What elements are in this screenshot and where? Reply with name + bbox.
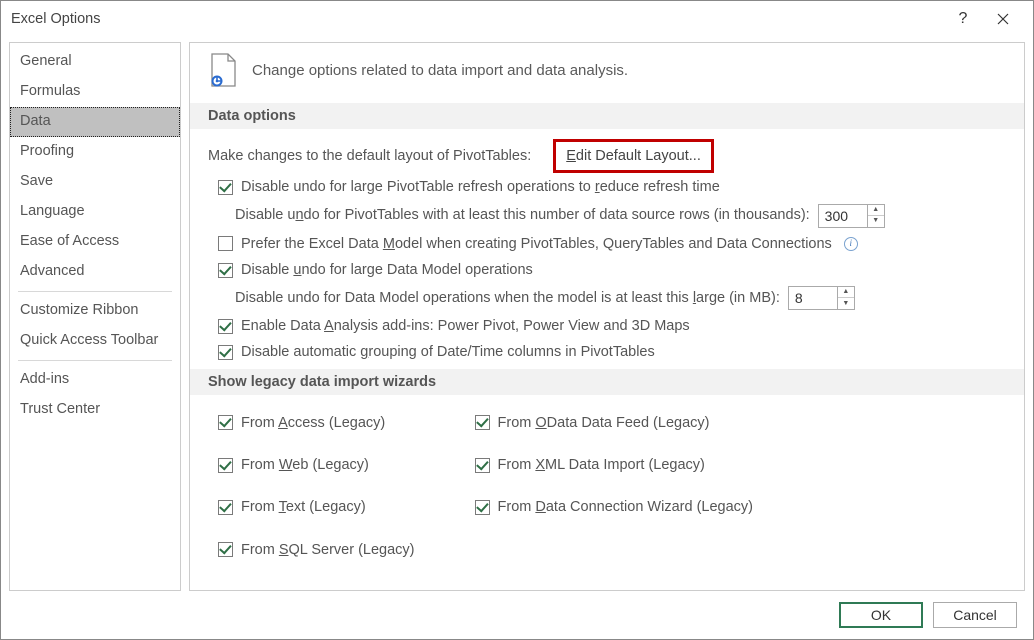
sidebar-separator xyxy=(18,291,172,292)
checkbox-icon[interactable] xyxy=(218,542,233,557)
chk-legacy-text[interactable]: From Text (Legacy) xyxy=(218,497,415,517)
row-disable-undo-mb: Disable undo for Data Model operations w… xyxy=(235,286,1006,310)
spin-rows-input[interactable] xyxy=(819,208,867,224)
dialog-footer: OK Cancel xyxy=(1,591,1033,639)
section-data-options: Data options xyxy=(190,103,1024,129)
spin-up-icon[interactable]: ▲ xyxy=(868,205,884,216)
spin-down-icon[interactable]: ▼ xyxy=(868,216,884,227)
sidebar-separator xyxy=(18,360,172,361)
spin-down-icon[interactable]: ▼ xyxy=(838,298,854,309)
pivot-layout-label: Make changes to the default layout of Pi… xyxy=(208,146,531,166)
section-legacy-wizards: Show legacy data import wizards xyxy=(190,369,1024,395)
content-panel: Change options related to data import an… xyxy=(189,42,1025,591)
checkbox-icon[interactable] xyxy=(218,415,233,430)
sidebar-item-save[interactable]: Save xyxy=(10,167,180,197)
chk-legacy-access[interactable]: From Access (Legacy) xyxy=(218,413,415,433)
checkbox-icon[interactable] xyxy=(218,263,233,278)
edit-default-layout-button[interactable]: Edit Default Layout... xyxy=(555,141,712,171)
window-title: Excel Options xyxy=(11,11,943,27)
sidebar-item-data[interactable]: Data xyxy=(10,107,180,137)
sidebar-item-language[interactable]: Language xyxy=(10,197,180,227)
chk-prefer-data-model[interactable]: Prefer the Excel Data Model when creatin… xyxy=(218,234,1006,254)
sidebar-item-customize-ribbon[interactable]: Customize Ribbon xyxy=(10,296,180,326)
spin-mb-input[interactable] xyxy=(789,290,837,306)
page-subtitle: Change options related to data import an… xyxy=(252,62,628,79)
row-disable-undo-rows: Disable undo for PivotTables with at lea… xyxy=(235,204,1006,228)
sidebar-item-quick-access-toolbar[interactable]: Quick Access Toolbar xyxy=(10,326,180,356)
checkbox-icon[interactable] xyxy=(218,345,233,360)
checkbox-icon[interactable] xyxy=(218,180,233,195)
chk-legacy-sql-server[interactable]: From SQL Server (Legacy) xyxy=(218,540,415,560)
pivot-layout-row: Make changes to the default layout of Pi… xyxy=(208,141,1006,171)
checkbox-icon[interactable] xyxy=(218,500,233,515)
info-icon[interactable]: i xyxy=(844,237,858,251)
sidebar-item-ease-of-access[interactable]: Ease of Access xyxy=(10,227,180,257)
chk-legacy-data-connection-wizard[interactable]: From Data Connection Wizard (Legacy) xyxy=(475,497,753,517)
spin-up-icon[interactable]: ▲ xyxy=(838,287,854,298)
checkbox-icon[interactable] xyxy=(475,458,490,473)
checkbox-icon[interactable] xyxy=(218,458,233,473)
chk-legacy-odata[interactable]: From OData Data Feed (Legacy) xyxy=(475,413,753,433)
chk-disable-undo-pivot-refresh[interactable]: Disable undo for large PivotTable refres… xyxy=(218,177,1006,197)
excel-options-dialog: Excel Options ? General Formulas Data Pr… xyxy=(0,0,1034,640)
cancel-button[interactable]: Cancel xyxy=(933,602,1017,628)
data-page-icon xyxy=(208,53,238,87)
sidebar-item-advanced[interactable]: Advanced xyxy=(10,257,180,287)
close-button[interactable] xyxy=(983,1,1023,36)
category-sidebar: General Formulas Data Proofing Save Lang… xyxy=(9,42,181,591)
spin-model-mb[interactable]: ▲▼ xyxy=(788,286,855,310)
checkbox-icon[interactable] xyxy=(475,415,490,430)
checkbox-icon[interactable] xyxy=(475,500,490,515)
spin-rows-thousands[interactable]: ▲▼ xyxy=(818,204,885,228)
chk-legacy-web[interactable]: From Web (Legacy) xyxy=(218,455,415,475)
chk-enable-data-analysis-addins[interactable]: Enable Data Analysis add-ins: Power Pivo… xyxy=(218,316,1006,336)
checkbox-icon[interactable] xyxy=(218,319,233,334)
sidebar-item-proofing[interactable]: Proofing xyxy=(10,137,180,167)
titlebar: Excel Options ? xyxy=(1,1,1033,36)
sidebar-item-formulas[interactable]: Formulas xyxy=(10,77,180,107)
checkbox-icon[interactable] xyxy=(218,236,233,251)
chk-disable-undo-data-model[interactable]: Disable undo for large Data Model operat… xyxy=(218,260,1006,280)
chk-legacy-xml[interactable]: From XML Data Import (Legacy) xyxy=(475,455,753,475)
chk-disable-auto-grouping[interactable]: Disable automatic grouping of Date/Time … xyxy=(218,342,1006,362)
sidebar-item-general[interactable]: General xyxy=(10,47,180,77)
help-button[interactable]: ? xyxy=(943,1,983,36)
ok-button[interactable]: OK xyxy=(839,602,923,628)
sidebar-item-trust-center[interactable]: Trust Center xyxy=(10,395,180,425)
sidebar-item-add-ins[interactable]: Add-ins xyxy=(10,365,180,395)
